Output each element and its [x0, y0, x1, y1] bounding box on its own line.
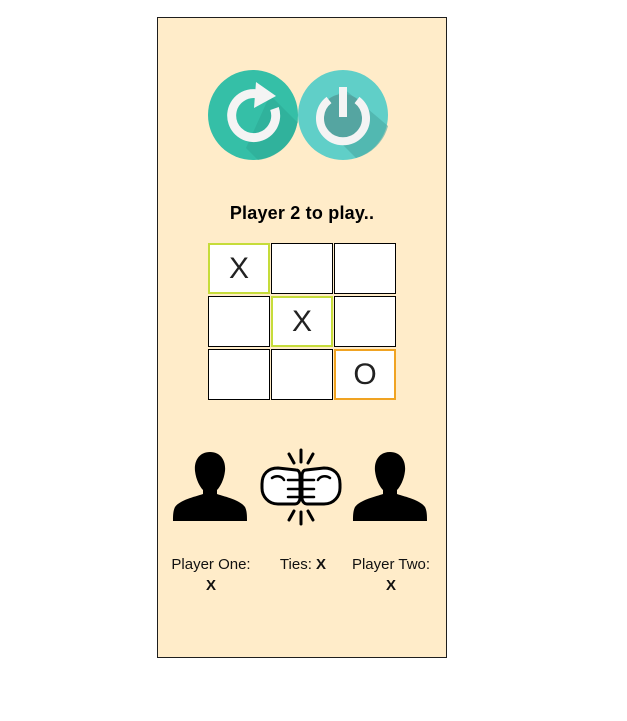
board-cell-3[interactable] — [334, 243, 396, 294]
ties-label: Ties: — [279, 556, 312, 573]
game-board: X X O — [208, 243, 398, 401]
player-one-score: Player One: X — [166, 554, 256, 596]
player-one-label: Player One: — [171, 556, 251, 573]
board-cell-9[interactable]: O — [334, 349, 396, 400]
board-cell-4[interactable] — [208, 296, 270, 347]
fist-bump-icon — [260, 448, 342, 526]
board-cell-7[interactable] — [208, 349, 270, 400]
player-one-avatar — [170, 450, 250, 522]
power-icon — [298, 70, 388, 160]
game-panel: Player 2 to play.. X X O Player One: X T… — [157, 17, 447, 658]
player-two-label: Player Two: — [351, 556, 431, 573]
quit-button[interactable] — [298, 70, 388, 160]
board-cell-6[interactable] — [334, 296, 396, 347]
ties-score: Ties: X — [268, 554, 338, 575]
board-cell-5[interactable]: X — [271, 296, 333, 347]
player-one-value: X — [205, 577, 216, 594]
person-icon — [353, 452, 427, 521]
board-cell-2[interactable] — [271, 243, 333, 294]
player-two-avatar — [350, 450, 430, 522]
ties-emblem — [258, 448, 344, 526]
player-two-value: X — [385, 577, 396, 594]
restart-button[interactable] — [208, 70, 298, 160]
ties-value: X — [316, 556, 327, 573]
turn-status: Player 2 to play.. — [229, 203, 375, 223]
player-two-score: Player Two: X — [346, 554, 436, 596]
board-cell-1[interactable]: X — [208, 243, 270, 294]
board-cell-8[interactable] — [271, 349, 333, 400]
person-icon — [173, 452, 247, 521]
restart-icon — [208, 70, 298, 160]
